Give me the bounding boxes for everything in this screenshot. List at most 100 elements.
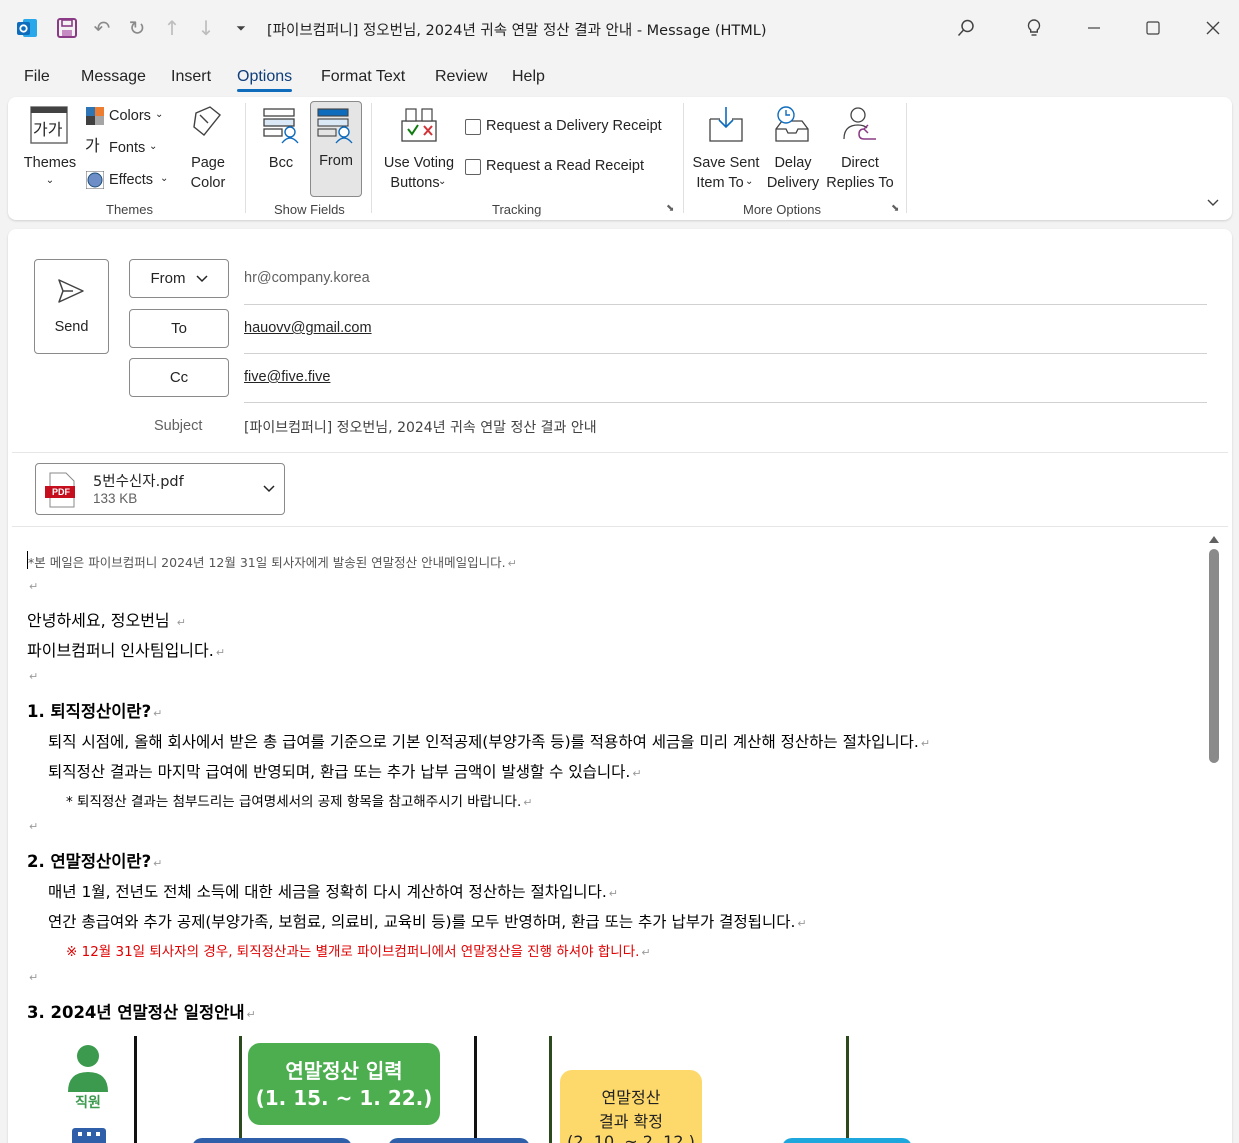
tracking-dialog-launcher-icon[interactable]: ⬊ xyxy=(666,203,674,214)
scroll-up-arrow-icon[interactable] xyxy=(1209,535,1219,543)
delay-label-1: Delay xyxy=(774,155,812,171)
save-sent-item-button[interactable]: Save Sent Item To ⌄ xyxy=(692,103,760,195)
close-icon[interactable] xyxy=(1199,14,1227,42)
more-options-dialog-launcher-icon[interactable]: ⬊ xyxy=(891,203,899,214)
result-confirm-box: 연말정산 결과 확정 (2. 10. ~ 2. 12.) xyxy=(560,1070,702,1143)
section-1-note[interactable]: * 퇴직정산 결과는 첨부드리는 급여명세서의 공제 항목을 참고해주시기 바랍… xyxy=(66,790,532,810)
attachment-size: 133 KB xyxy=(93,491,138,506)
cc-field[interactable]: five@five.five xyxy=(244,369,330,385)
page-color-button[interactable]: Page Color xyxy=(178,103,238,191)
body-scrollbar[interactable] xyxy=(1203,533,1225,1143)
tab-format-text[interactable]: Format Text xyxy=(321,68,405,86)
fonts-button[interactable]: 가 Fonts ⌄ xyxy=(84,137,174,161)
attachment-name: 5번수신자.pdf xyxy=(93,474,184,490)
tab-help[interactable]: Help xyxy=(512,68,545,86)
body-team[interactable]: 파이브컴퍼니 인사팀입니다. ↵ xyxy=(27,637,225,661)
from-field[interactable]: hr@company.korea xyxy=(244,270,370,286)
tab-message[interactable]: Message xyxy=(81,68,146,86)
effects-button[interactable]: Effects ⌄ xyxy=(84,169,174,193)
company-step-box xyxy=(388,1138,530,1143)
themes-label: Themes xyxy=(23,155,77,171)
save-icon[interactable] xyxy=(53,14,81,42)
tab-options[interactable]: Options xyxy=(237,68,293,92)
colors-icon xyxy=(86,107,104,125)
to-underline xyxy=(244,353,1207,354)
effects-icon xyxy=(86,171,104,189)
paragraph-mark: ↵ xyxy=(29,820,39,833)
attachment-card[interactable]: PDF 5번수신자.pdf 133 KB xyxy=(35,463,285,515)
body-notice[interactable]: *본 메일은 파이브컴퍼니 2024년 12월 31일 퇴사자에게 발송된 연말… xyxy=(28,552,517,571)
timeline-divider xyxy=(474,1036,477,1143)
from-field-toggle-button[interactable]: From xyxy=(310,101,362,197)
section-2-title[interactable]: 2. 연말정산이란? ↵ xyxy=(27,848,162,872)
delivery-receipt-label[interactable]: Request a Delivery Receipt xyxy=(486,116,662,136)
body-greeting[interactable]: 안녕하세요, 정오번님 ↵ xyxy=(27,607,186,631)
themes-group-label: Themes xyxy=(106,202,153,217)
bcc-button[interactable]: Bcc xyxy=(256,103,306,195)
tab-file[interactable]: File xyxy=(24,68,50,86)
tab-review[interactable]: Review xyxy=(435,68,487,86)
delay-label-2: Delivery xyxy=(766,175,820,191)
section-1-line-2[interactable]: 퇴직정산 결과는 마지막 급여에 반영되며, 환급 또는 추가 납부 금액이 발… xyxy=(48,760,642,782)
direct-label-2: Replies To xyxy=(826,175,894,191)
attachment-chevron-down-icon[interactable] xyxy=(263,485,275,493)
colors-button[interactable]: Colors ⌄ xyxy=(84,105,174,129)
save-sent-label-1: Save Sent xyxy=(692,155,760,171)
outlook-app-icon[interactable] xyxy=(13,14,41,42)
timeline-divider xyxy=(134,1036,137,1143)
fonts-icon: 가 xyxy=(85,138,100,155)
scrollbar-thumb[interactable] xyxy=(1209,549,1219,763)
from-button[interactable]: From xyxy=(129,259,229,298)
read-receipt-label[interactable]: Request a Read Receipt xyxy=(486,156,644,176)
employee-person-icon xyxy=(68,1045,108,1092)
result-confirm-title-1: 연말정산 xyxy=(601,1088,661,1107)
undo-icon[interactable]: ↶ xyxy=(88,14,116,42)
ribbon-separator xyxy=(245,103,246,213)
delivery-receipt-checkbox[interactable] xyxy=(465,119,481,135)
direct-replies-to-button[interactable]: Direct Replies To xyxy=(824,103,896,195)
next-item-icon[interactable]: ↓ xyxy=(192,14,220,42)
fonts-chevron-icon: ⌄ xyxy=(149,141,158,152)
themes-dropdown-chevron-icon: ⌄ xyxy=(45,175,55,186)
from-toggle-label: From xyxy=(319,153,353,169)
themes-button[interactable]: 가가 Themes ⌄ xyxy=(18,103,80,191)
effects-label: Effects xyxy=(109,172,154,188)
section-2-line-1[interactable]: 매년 1월, 전년도 전체 소득에 대한 세금을 정확히 다시 계산하여 정산하… xyxy=(48,880,618,902)
to-field[interactable]: hauovv@gmail.com xyxy=(244,320,372,336)
redo-icon[interactable]: ↻ xyxy=(123,14,151,42)
minimize-icon[interactable] xyxy=(1080,14,1108,42)
delay-delivery-button[interactable]: Delay Delivery xyxy=(764,103,822,195)
ribbon-expand-chevron-icon[interactable] xyxy=(1206,193,1220,212)
schedule-diagram: 직원 연말정산 입력 (1. 15. ~ 1. 22.) 연말정산 결과 확정 … xyxy=(20,1030,1200,1143)
send-button[interactable]: Send xyxy=(34,259,109,354)
send-label: Send xyxy=(54,319,89,335)
paragraph-mark: ↵ xyxy=(29,580,39,593)
to-button[interactable]: To xyxy=(129,309,229,348)
section-1-line-1[interactable]: 퇴직 시점에, 올해 회사에서 받은 총 급여를 기준으로 기본 인적공제(부양… xyxy=(48,730,930,752)
use-voting-buttons-button[interactable]: Use Voting Buttons ⌄ xyxy=(380,103,458,195)
section-3-title[interactable]: 3. 2024년 연말정산 일정안내 ↵ xyxy=(27,999,256,1023)
read-receipt-checkbox[interactable] xyxy=(465,159,481,175)
search-icon[interactable] xyxy=(952,14,980,42)
save-sent-item-icon xyxy=(709,107,743,142)
section-2-warning[interactable]: ※ 12월 31일 퇴사자의 경우, 퇴직정산과는 별개로 파이브컴퍼니에서 연… xyxy=(66,940,651,960)
voting-label-1: Use Voting xyxy=(383,155,455,171)
tab-insert[interactable]: Insert xyxy=(171,68,211,86)
lightbulb-icon[interactable] xyxy=(1020,14,1048,42)
themes-icon: 가가 xyxy=(30,106,68,144)
cc-button[interactable]: Cc xyxy=(129,358,229,397)
subject-label: Subject xyxy=(154,418,203,434)
previous-item-icon[interactable]: ↑ xyxy=(158,14,186,42)
send-icon xyxy=(58,279,84,303)
section-2-line-2[interactable]: 연간 총급여와 추가 공제(부양가족, 보험료, 의료비, 교육비 등)를 모두… xyxy=(48,910,807,932)
page-color-icon xyxy=(193,106,221,136)
paragraph-mark: ↵ xyxy=(29,670,39,683)
page-color-label-1: Page xyxy=(191,155,225,171)
maximize-icon[interactable] xyxy=(1139,14,1167,42)
tracking-group-label: Tracking xyxy=(492,202,542,217)
section-1-title[interactable]: 1. 퇴직정산이란? ↵ xyxy=(27,698,162,722)
subject-field[interactable]: [파이브컴퍼니] 정오번님, 2024년 귀속 연말 정산 결과 안내 xyxy=(244,417,597,437)
bcc-icon xyxy=(263,108,299,144)
to-button-label: To xyxy=(171,320,187,337)
customize-toolbar-icon[interactable]: ⏷ xyxy=(227,14,255,42)
